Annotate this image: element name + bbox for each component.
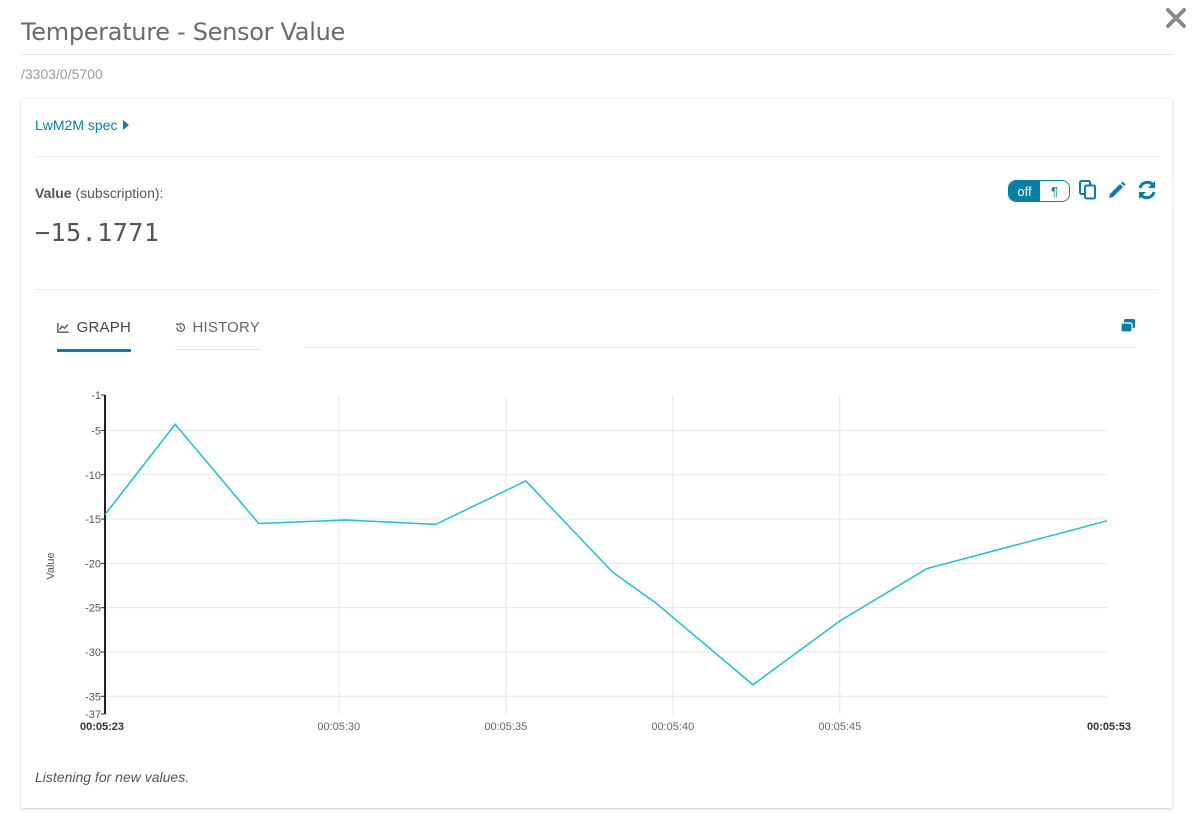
tab-history-label: HISTORY [192,319,260,336]
x-tick-label: 00:05:35 [484,721,527,733]
divider [35,156,1159,157]
caret-right-icon [123,120,130,130]
format-toggle[interactable]: off ¶ [1008,180,1070,202]
expand-chart-button[interactable] [1117,315,1139,337]
toggle-off-option[interactable]: off [1009,181,1040,201]
tab-graph[interactable]: GRAPH [57,319,131,352]
y-tick-label: -5 [91,425,101,437]
tab-graph-label: GRAPH [76,319,131,336]
value-label-bold: Value [35,185,72,201]
window-restore-icon [1120,319,1135,333]
y-tick-label: -30 [85,647,101,659]
value-chart: -1 -5 -10 -15 -20 -25 -30 -35 -3700:05:23 00:05:3… [45,390,1131,733]
page-title: Temperature - Sensor Value [21,18,345,46]
line-chart-icon [57,322,69,333]
chart-axes: -1 -5 -10 -15 -20 -25 -30 -35 -3700:05:23 00:05:3… [80,390,1131,733]
close-button[interactable] [1162,4,1190,32]
value-label: Value (subscription): [35,185,163,201]
tabs-divider [304,347,1136,348]
divider [35,289,1159,290]
y-tick-label: -35 [85,691,101,703]
refresh-icon [1138,180,1156,200]
lwm2m-spec-link[interactable]: LwM2M spec [35,117,130,133]
x-tick-label: 00:05:23 [80,721,124,733]
current-value: −15.1771 [35,218,160,247]
pencil-icon [1109,181,1126,198]
y-tick-label: -20 [85,558,101,570]
value-label-rest: (subscription): [71,185,164,201]
history-icon [175,323,185,332]
copy-icon [1079,180,1096,200]
resource-card: LwM2M spec Value (subscription): −15.177… [21,99,1172,808]
resource-path: /3303/0/5700 [21,66,103,82]
chart-grid [105,395,1107,714]
close-icon [1166,8,1186,28]
status-text: Listening for new values. [35,769,190,785]
lwm2m-spec-label: LwM2M spec [35,117,118,133]
refresh-button[interactable] [1136,179,1158,201]
x-tick-label: 00:05:45 [818,721,861,733]
copy-button[interactable] [1077,179,1099,201]
title-divider [21,54,1172,55]
y-tick-label: -37 [85,709,101,721]
y-axis-label: Value [45,552,57,579]
x-tick-label: 00:05:30 [317,721,360,733]
y-tick-label: -15 [85,514,101,526]
x-tick-label: 00:05:40 [651,721,694,733]
tab-history[interactable]: HISTORY [175,319,260,350]
y-tick-label: -25 [85,603,101,615]
y-tick-label: -1 [91,390,101,402]
edit-button[interactable] [1106,179,1128,201]
toggle-paragraph-option[interactable]: ¶ [1040,181,1069,201]
y-tick-label: -10 [85,470,101,482]
chart-series [104,423,1108,686]
series-line [104,423,1108,686]
x-tick-label: 00:05:53 [1087,721,1131,733]
